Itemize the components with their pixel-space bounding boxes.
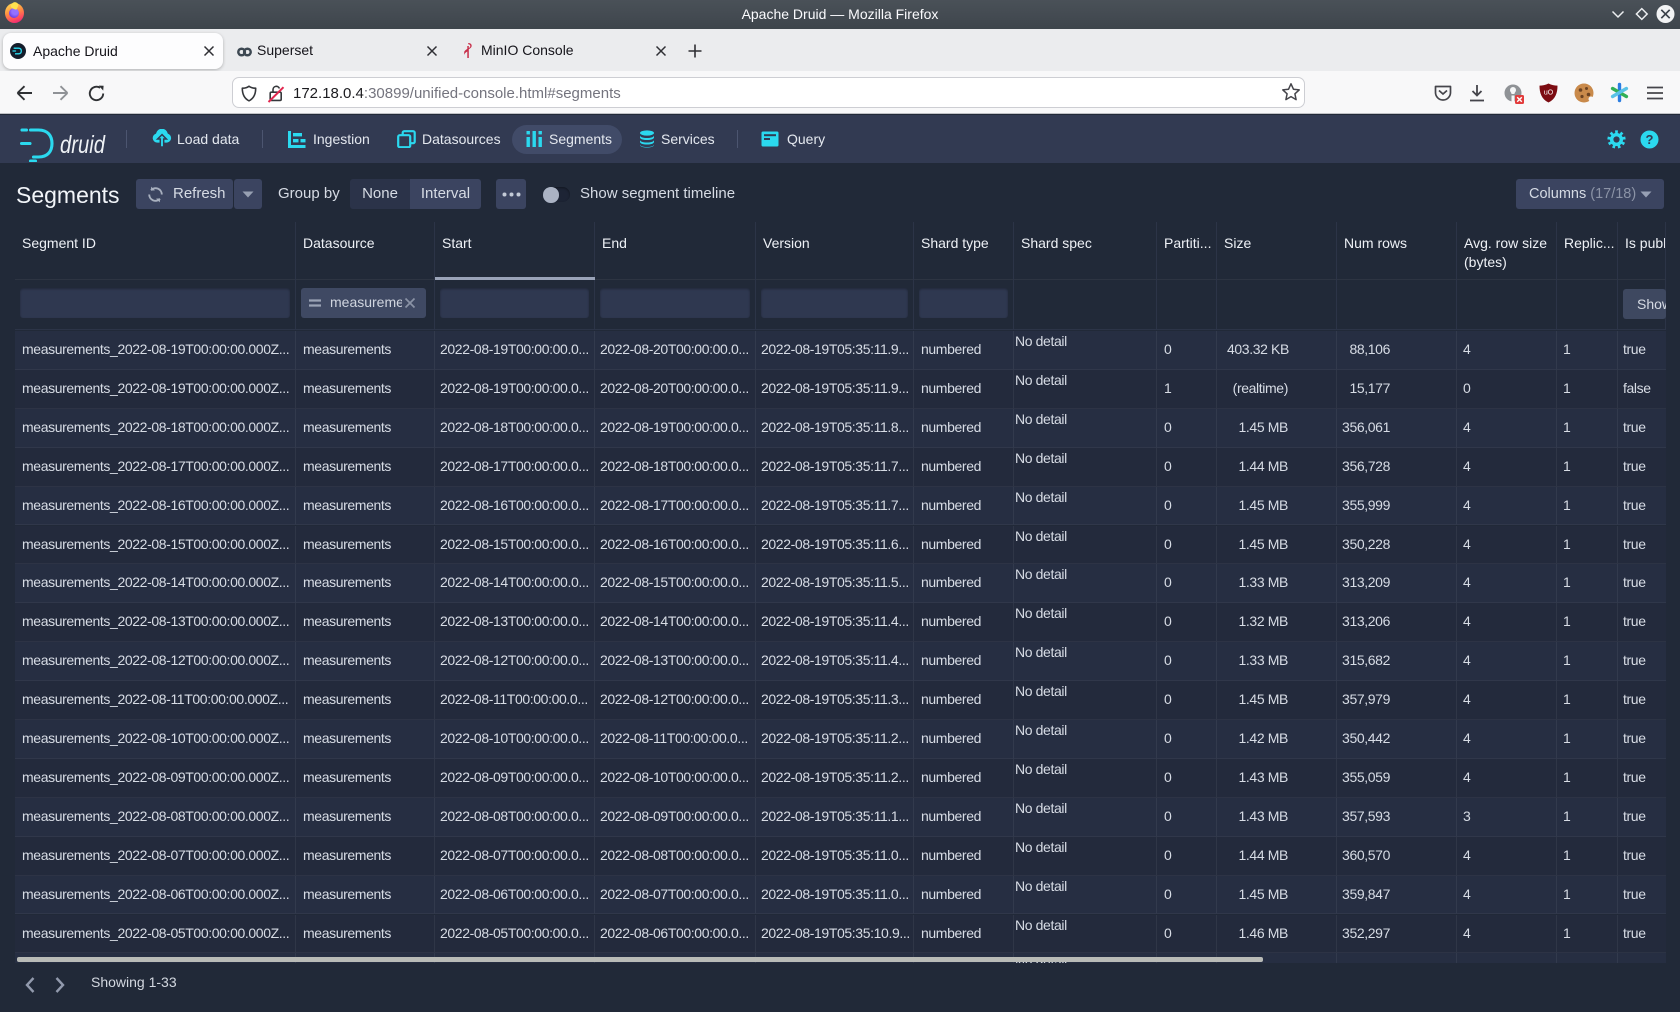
svg-text:uO: uO: [1544, 90, 1554, 97]
svg-text:druid: druid: [60, 131, 106, 159]
svg-text:?: ?: [1646, 132, 1654, 147]
